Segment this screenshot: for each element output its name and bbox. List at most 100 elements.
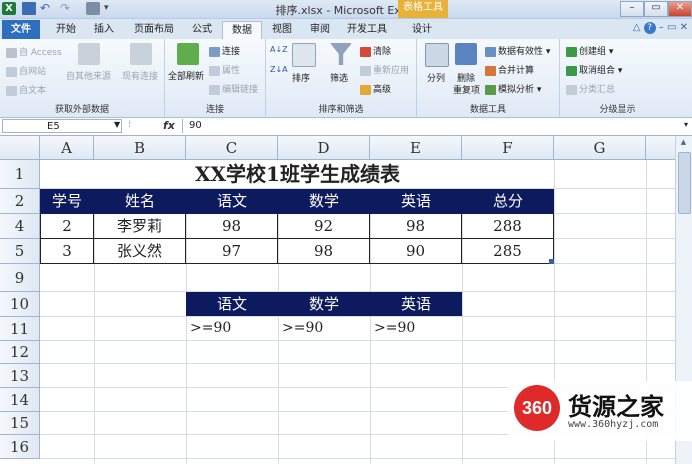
data-cell[interactable]: 285 [462, 239, 554, 264]
from-access-button[interactable]: 自 Access [6, 45, 62, 58]
help-icon[interactable]: ? [643, 22, 656, 34]
minimize-button[interactable]: – [620, 1, 644, 17]
header-cell-name[interactable]: 姓名 [94, 189, 186, 214]
column-header-b[interactable]: B [94, 136, 186, 160]
column-header-next[interactable] [646, 136, 676, 160]
data-validation-button[interactable]: 数据有效性 ▾ [485, 44, 550, 57]
filter-button[interactable]: 筛选 [330, 71, 348, 84]
data-cell[interactable]: 3 [40, 239, 94, 264]
insert-function-icon[interactable]: fx [163, 119, 175, 132]
data-cell[interactable]: 张义然 [94, 239, 186, 264]
name-box-dropdown-icon[interactable]: ▼ [114, 120, 120, 129]
criteria-cell-english[interactable]: >=90 [371, 317, 461, 340]
select-all-corner[interactable] [0, 136, 40, 160]
sort-ascending-button[interactable]: A↓Z [270, 45, 288, 54]
ribbon-collapse-icon[interactable]: △ [633, 22, 641, 33]
what-if-analysis-button[interactable]: 模拟分析 ▾ [485, 82, 541, 95]
edit-links-button[interactable]: 编辑链接 [209, 82, 258, 95]
header-cell-english[interactable]: 英语 [370, 189, 462, 214]
row-header-16[interactable]: 16 [0, 435, 40, 459]
formula-input[interactable]: 90 [182, 119, 679, 133]
row-header-9[interactable]: 9 [0, 264, 40, 292]
advanced-filter-button[interactable]: 高级 [360, 82, 391, 95]
connections-button[interactable]: 连接 [209, 44, 240, 57]
tab-developer[interactable]: 开发工具 [340, 21, 394, 38]
row-header-4[interactable]: 4 [0, 214, 40, 239]
header-cell-total[interactable]: 总分 [462, 189, 554, 214]
row-header-11[interactable]: 11 [0, 317, 40, 341]
header-cell-math[interactable]: 数学 [278, 189, 370, 214]
tab-page-layout[interactable]: 页面布局 [126, 21, 182, 38]
row-header-10[interactable]: 10 [0, 292, 40, 317]
from-web-button[interactable]: 自网站 [6, 64, 46, 77]
remove-duplicates-label-2[interactable]: 重复项 [453, 83, 480, 96]
criteria-cell-math[interactable]: >=90 [279, 317, 369, 340]
tab-view[interactable]: 视图 [264, 21, 300, 38]
column-header-a[interactable]: A [40, 136, 94, 160]
from-other-sources-button[interactable]: 自其他来源 [66, 69, 111, 82]
header-cell-id[interactable]: 学号 [40, 189, 94, 214]
row-header-15[interactable]: 15 [0, 412, 40, 435]
tab-insert[interactable]: 插入 [86, 21, 122, 38]
data-cell[interactable]: 98 [278, 239, 370, 264]
header-cell-chinese[interactable]: 语文 [186, 189, 278, 214]
sort-button[interactable]: 排序 [292, 71, 310, 84]
workbook-close-icon[interactable]: ✕ [680, 22, 688, 33]
column-header-e[interactable]: E [370, 136, 462, 160]
clear-filter-button[interactable]: 清除 [360, 44, 391, 57]
criteria-header-math[interactable]: 数学 [278, 292, 370, 316]
context-tab-title: 表格工具 [398, 0, 448, 18]
consolidate-button[interactable]: 合并计算 [485, 63, 534, 76]
group-label-sort-filter: 排序和筛选 [318, 105, 364, 115]
row-header-12[interactable]: 12 [0, 341, 40, 364]
column-header-d[interactable]: D [278, 136, 370, 160]
column-header-g[interactable]: G [554, 136, 646, 160]
data-cell[interactable]: 李罗莉 [94, 214, 186, 239]
tab-review[interactable]: 审阅 [302, 21, 338, 38]
existing-connections-button[interactable]: 现有连接 [122, 69, 158, 82]
expand-formula-bar-icon[interactable]: ▾ [684, 120, 688, 129]
restore-button[interactable]: ▭ [644, 1, 668, 17]
row-header-5[interactable]: 5 [0, 239, 40, 264]
name-box[interactable]: E5 [2, 119, 122, 133]
sort-descending-button[interactable]: Z↓A [270, 65, 288, 74]
tab-file[interactable]: 文件 [2, 20, 40, 39]
data-cell[interactable]: 98 [186, 214, 278, 239]
criteria-cell-chinese[interactable]: >=90 [187, 317, 277, 340]
ungroup-button[interactable]: 取消组合 ▾ [566, 63, 622, 76]
from-text-button[interactable]: 自文本 [6, 83, 46, 96]
formula-bar-splitter-icon[interactable]: ⁝ [128, 119, 131, 130]
scroll-thumb[interactable] [678, 152, 691, 214]
criteria-header-chinese[interactable]: 语文 [186, 292, 278, 316]
workbook-minimize-icon[interactable]: – [659, 22, 664, 33]
data-cell[interactable]: 2 [40, 214, 94, 239]
column-header-c[interactable]: C [186, 136, 278, 160]
row-header-2[interactable]: 2 [0, 189, 40, 214]
reapply-button[interactable]: 重新应用 [360, 63, 409, 76]
workbook-restore-icon[interactable]: ▭ [667, 22, 676, 33]
remove-duplicates-icon [455, 43, 477, 65]
tab-home[interactable]: 开始 [48, 21, 84, 38]
active-cell-e5[interactable]: 90 [370, 239, 462, 264]
data-cell[interactable]: 288 [462, 214, 554, 239]
scroll-up-icon[interactable]: ▲ [678, 138, 689, 148]
data-cell[interactable]: 98 [370, 214, 462, 239]
tab-formulas[interactable]: 公式 [184, 21, 220, 38]
data-cell[interactable]: 92 [278, 214, 370, 239]
sheet-title-cell[interactable]: XX学校1班学生成绩表 [41, 160, 554, 188]
group-button[interactable]: 创建组 ▾ [566, 44, 613, 57]
close-button[interactable]: ✕ [668, 1, 692, 17]
tab-design[interactable]: 设计 [402, 21, 442, 38]
row-header-1[interactable]: 1 [0, 160, 40, 189]
properties-button[interactable]: 属性 [209, 63, 240, 76]
column-header-f[interactable]: F [462, 136, 554, 160]
row-header-14[interactable]: 14 [0, 388, 40, 412]
table-resize-handle[interactable] [549, 259, 554, 264]
criteria-header-english[interactable]: 英语 [370, 292, 462, 316]
row-header-13[interactable]: 13 [0, 364, 40, 388]
text-to-columns-button[interactable]: 分列 [427, 71, 445, 84]
subtotal-button[interactable]: 分类汇总 [566, 82, 615, 95]
tab-data[interactable]: 数据 [222, 21, 262, 39]
refresh-all-button[interactable]: 全部刷新 [168, 69, 204, 82]
data-cell[interactable]: 97 [186, 239, 278, 264]
